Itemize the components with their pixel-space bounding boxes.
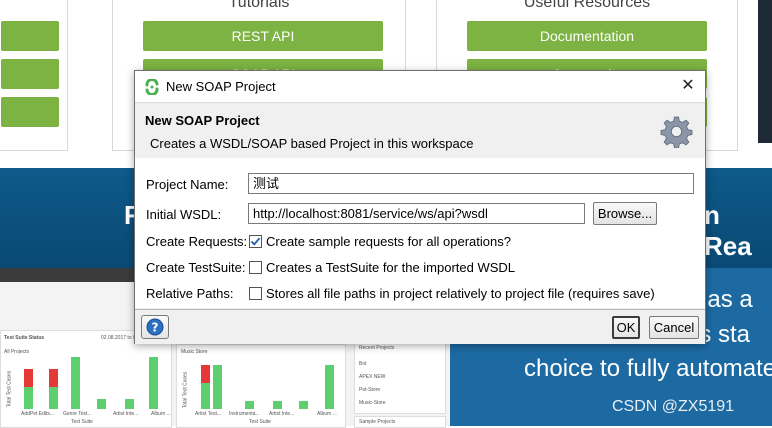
recent-project-item[interactable]: Bot — [359, 361, 367, 367]
green-link-button[interactable] — [1, 59, 59, 89]
project-name-label: Project Name: — [146, 177, 229, 192]
dialog-form: Project Name: 测试 Initial WSDL: http://lo… — [135, 158, 705, 308]
x-tick-label: Genre Test... — [63, 411, 92, 417]
rest-api-button[interactable]: REST API — [143, 21, 383, 51]
dialog-header: New SOAP Project Creates a WSDL/SOAP bas… — [135, 102, 705, 159]
x-tick-label: Album ... — [317, 411, 337, 417]
browse-button[interactable]: Browse... — [593, 202, 657, 225]
promo-text-line-3: choice to fully automate — [524, 355, 772, 382]
y-axis-label: Total Test Cases — [6, 370, 13, 408]
cancel-button[interactable]: Cancel — [649, 316, 699, 339]
project-filter: Music Store — [181, 349, 208, 355]
ok-button[interactable]: OK — [612, 316, 640, 339]
create-requests-checkbox[interactable] — [249, 235, 262, 248]
dialog-titlebar[interactable]: New SOAP Project ✕ — [135, 71, 705, 102]
dark-side-panel — [758, 0, 772, 143]
x-axis-label: Test Suite — [71, 419, 93, 425]
header-title: New SOAP Project — [145, 113, 260, 128]
chart-bar — [245, 401, 254, 409]
music-store-panel: Music Store Total Test Cases Artist Test… — [176, 344, 346, 428]
test-suite-status-panel: Test Suite Status 02.08.2017 to 08.08.20… — [0, 330, 172, 428]
create-requests-label: Create Requests: — [146, 234, 248, 249]
chart-bar — [325, 365, 334, 409]
create-testsuite-label: Create TestSuite: — [146, 260, 246, 275]
tutorials-title: Tutorials — [228, 0, 290, 11]
x-axis-label: Test Suite — [249, 419, 271, 425]
help-button[interactable]: ? — [141, 315, 169, 339]
x-tick-label: Artist Test... — [195, 411, 222, 417]
chart-bar — [213, 365, 222, 409]
chart-bar — [71, 357, 80, 409]
header-subtitle: Creates a WSDL/SOAP based Project in thi… — [150, 136, 474, 151]
documentation-button[interactable]: Documentation — [467, 21, 707, 51]
initial-wsdl-input[interactable]: http://localhost:8081/service/ws/api?wsd… — [248, 203, 585, 224]
recent-project-item[interactable]: Music-Store — [359, 400, 386, 406]
relative-paths-checkbox[interactable] — [249, 287, 262, 300]
panel-title: Test Suite Status — [4, 335, 45, 341]
new-soap-project-dialog: New SOAP Project ✕ New SOAP Project Crea… — [134, 70, 706, 344]
green-link-button[interactable] — [1, 97, 59, 127]
checkmark-icon — [250, 237, 261, 246]
gear-icon — [660, 116, 693, 148]
sample-projects-panel: Sample Projects — [354, 416, 446, 428]
initial-wsdl-label: Initial WSDL: — [146, 207, 222, 222]
create-testsuite-text: Creates a TestSuite for the imported WSD… — [266, 260, 516, 275]
relative-paths-label: Relative Paths: — [146, 286, 234, 301]
csdn-watermark: CSDN @ZX5191 — [612, 398, 735, 415]
soapui-logo-icon — [145, 79, 159, 95]
x-tick-label: Album ... — [151, 411, 171, 417]
recent-project-item[interactable]: APEX NEW — [359, 374, 385, 380]
window-title: New SOAP Project — [166, 79, 276, 94]
recent-projects-title: Recent Projects — [359, 345, 395, 351]
green-link-button[interactable] — [1, 21, 59, 51]
y-axis-label: Total Test Cases — [182, 371, 189, 409]
chart-bar — [49, 369, 58, 387]
create-testsuite-checkbox[interactable] — [249, 261, 262, 274]
close-icon[interactable]: ✕ — [677, 75, 699, 97]
recent-project-item[interactable]: Pet-Store — [359, 387, 380, 393]
chart-bar — [24, 369, 33, 387]
x-tick-label: Instrumenta... — [229, 411, 260, 417]
sample-projects-title: Sample Projects — [359, 419, 396, 425]
useful-resources-title: Useful Resources — [523, 0, 651, 11]
chart-bar — [273, 401, 282, 409]
project-name-input[interactable]: 测试 — [248, 173, 694, 194]
chart-bar — [125, 399, 134, 409]
x-tick-label: Artist Inte... — [269, 411, 295, 417]
banner-heading-right: n Rea — [704, 200, 752, 261]
x-tick-label: Artist Inte... — [113, 411, 139, 417]
create-requests-text: Create sample requests for all operation… — [266, 234, 511, 249]
x-tick-label: AddPet Edits... — [21, 411, 55, 417]
relative-paths-text: Stores all file paths in project relativ… — [266, 286, 655, 301]
chart-bar — [201, 365, 210, 383]
getting-started-card — [0, 0, 68, 151]
help-icon: ? — [146, 318, 164, 336]
project-filter: All Projects — [4, 349, 30, 355]
chart-bar — [97, 399, 106, 409]
chart-bar — [201, 383, 210, 409]
chart-bar — [149, 357, 158, 409]
chart-bar — [299, 401, 308, 409]
recent-projects-panel: Recent Projects Bot APEX NEW Pet-Store M… — [354, 340, 446, 414]
dialog-footer: ? OK Cancel — [135, 309, 705, 344]
svg-text:?: ? — [152, 321, 159, 335]
